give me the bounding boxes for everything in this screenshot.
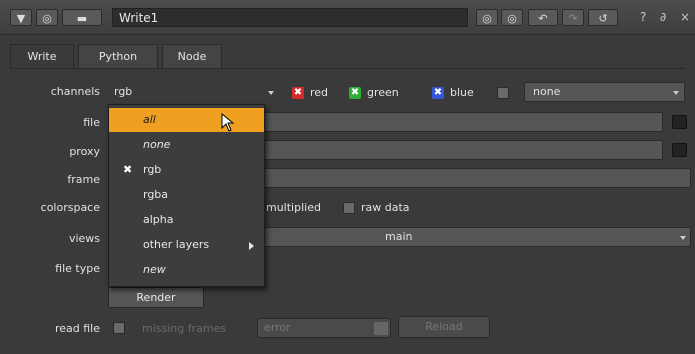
title-bar: ▼ ◎ ▬ Write1 ◎ ◎ ↶ ↷ ↺ ? ∂ ×: [0, 0, 695, 35]
channels-select[interactable]: rgb: [108, 82, 280, 102]
raw-data-checkbox[interactable]: [343, 202, 355, 214]
output-circle-icon[interactable]: ◎: [501, 9, 523, 26]
channels-label: channels: [50, 85, 100, 98]
blue-checkbox[interactable]: ✖: [432, 87, 444, 99]
close-icon[interactable]: ×: [680, 9, 690, 26]
input-circle-icon[interactable]: ◎: [476, 9, 498, 26]
tab-divider: [10, 68, 685, 69]
write-node-panel: ▼ ◎ ▬ Write1 ◎ ◎ ↶ ↷ ↺ ? ∂ × Write Pytho…: [0, 0, 695, 354]
file-type-label: file type: [55, 262, 100, 275]
menu-item-none[interactable]: none: [109, 133, 264, 157]
tab-write[interactable]: Write: [10, 44, 74, 68]
colorspace-label: colorspace: [40, 201, 100, 214]
file-label: file: [83, 116, 100, 129]
channels-dropdown-menu: all none ✖ rgb rgba alpha other layers n…: [108, 104, 265, 287]
blue-label: blue: [450, 86, 474, 99]
collapse-icon[interactable]: ▼: [10, 9, 32, 26]
redo-icon[interactable]: ↷: [562, 9, 584, 26]
tab-node[interactable]: Node: [162, 44, 222, 68]
menu-item-other-layers[interactable]: other layers: [109, 233, 264, 257]
green-label: green: [367, 86, 399, 99]
alpha-layer-value: none: [533, 85, 561, 98]
green-checkbox[interactable]: ✖: [349, 87, 361, 99]
float-icon[interactable]: ∂: [660, 9, 666, 26]
frame-label: frame: [67, 173, 100, 186]
mouse-cursor-icon: [221, 113, 235, 132]
raw-data-label: raw data: [361, 201, 410, 214]
red-label: red: [310, 86, 329, 99]
read-file-checkbox[interactable]: [113, 322, 125, 334]
revert-icon[interactable]: ↺: [588, 9, 618, 26]
frame-label-box: frame: [0, 173, 100, 187]
proxy-label: proxy: [69, 145, 100, 158]
menu-item-new[interactable]: new: [109, 258, 264, 282]
node-color-icon[interactable]: ▬: [62, 9, 102, 26]
chevron-down-icon: [374, 322, 388, 335]
chevron-down-icon: [680, 236, 686, 240]
file-label-box: file: [0, 116, 100, 130]
submenu-arrow-icon: [249, 242, 254, 250]
settings-circle-icon[interactable]: ◎: [36, 9, 58, 26]
read-file-label-box: read file: [0, 322, 100, 336]
node-name-field[interactable]: Write1: [112, 8, 468, 27]
missing-frames-select[interactable]: error: [257, 318, 391, 338]
proxy-label-box: proxy: [0, 145, 100, 159]
menu-item-alpha[interactable]: alpha: [109, 208, 264, 232]
alpha-layer-select[interactable]: none: [524, 82, 685, 102]
help-icon[interactable]: ?: [640, 9, 646, 26]
colorspace-label-box: colorspace: [0, 201, 100, 215]
views-label-box: views: [0, 232, 100, 246]
channels-value: rgb: [114, 85, 133, 98]
views-label: views: [68, 232, 100, 245]
read-file-label: read file: [54, 322, 100, 335]
folder-icon[interactable]: [672, 115, 687, 129]
alpha-checkbox[interactable]: [497, 87, 509, 99]
tab-python[interactable]: Python: [78, 44, 158, 68]
undo-icon[interactable]: ↶: [528, 9, 558, 26]
render-button[interactable]: Render: [108, 287, 204, 308]
menu-item-rgb[interactable]: rgb: [109, 158, 264, 182]
premultiplied-label: multiplied: [266, 201, 321, 214]
missing-frames-label: missing frames: [142, 322, 227, 335]
reload-button[interactable]: Reload: [398, 316, 490, 338]
chevron-down-icon: [673, 91, 679, 95]
views-value: main: [385, 230, 413, 243]
folder-icon[interactable]: [672, 143, 687, 157]
channels-label-box: channels: [0, 85, 100, 99]
file-type-label-box: file type: [0, 262, 100, 276]
menu-item-rgba[interactable]: rgba: [109, 183, 264, 207]
chevron-down-icon: [268, 91, 274, 95]
menu-item-all[interactable]: all: [109, 108, 264, 132]
red-checkbox[interactable]: ✖: [292, 87, 304, 99]
missing-frames-value: error: [264, 321, 291, 334]
